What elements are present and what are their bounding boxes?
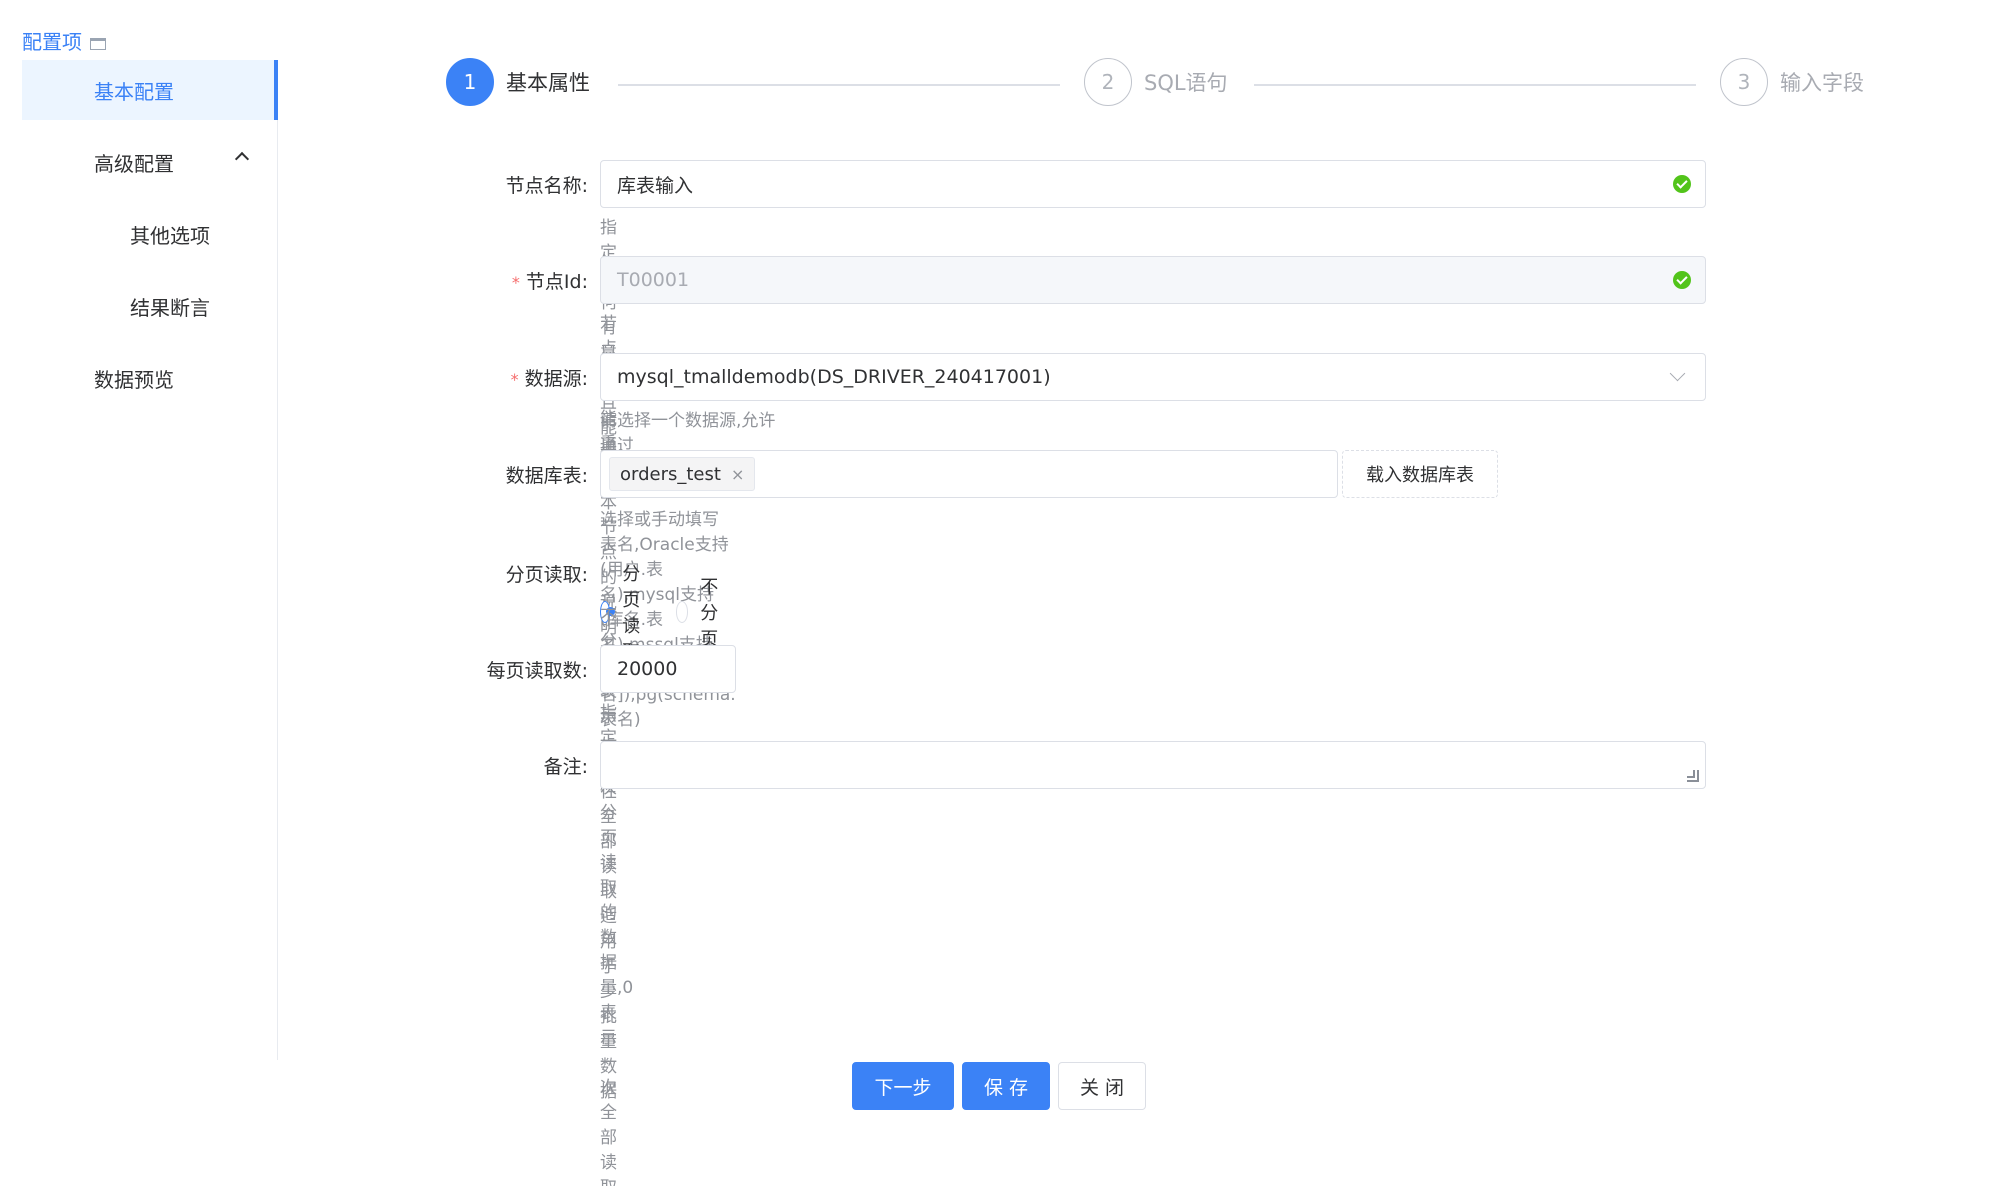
chevron-up-icon — [234, 151, 250, 167]
node-id-value: T00001 — [617, 269, 690, 291]
page-size-label: 每页读取数: — [486, 660, 588, 682]
chevron-down-icon — [1669, 365, 1686, 382]
sidebar-item-basic-config[interactable]: 基本配置 — [22, 60, 278, 120]
check-circle-icon — [1673, 175, 1691, 193]
datasource-select[interactable]: mysql_tmalldemodb(DS_DRIVER_240417001) — [600, 353, 1706, 401]
radio-unchecked-icon — [676, 601, 689, 623]
sidebar-item-other-options[interactable]: 其他选项 — [22, 204, 277, 264]
table-tag: orders_test × — [609, 457, 756, 491]
sidebar-item-label: 高级配置 — [94, 151, 174, 176]
step-number: 1 — [446, 58, 494, 106]
datasource-value: mysql_tmalldemodb(DS_DRIVER_240417001) — [617, 366, 1051, 388]
step-connector — [618, 84, 1060, 86]
datasource-label: * 数据源: — [510, 368, 588, 390]
steps-bar: 1 基本属性 2 SQL语句 3 输入字段 — [446, 58, 1876, 112]
step-input-fields[interactable]: 3 输入字段 — [1720, 58, 1864, 106]
step-sql-statement[interactable]: 2 SQL语句 — [1084, 58, 1228, 106]
db-table-select[interactable]: orders_test × — [600, 450, 1338, 498]
step-number: 2 — [1084, 58, 1132, 106]
required-asterisk: * — [510, 370, 519, 389]
step-basic-properties[interactable]: 1 基本属性 — [446, 58, 590, 106]
page-size-value: 20000 — [617, 658, 678, 680]
node-id-input[interactable]: T00001 — [600, 256, 1706, 304]
close-button[interactable]: 关 闭 — [1058, 1062, 1146, 1110]
sidebar: 基本配置 高级配置 其他选项 结果断言 数据预览 — [22, 60, 278, 1060]
step-label: 基本属性 — [506, 71, 590, 95]
step-label: 输入字段 — [1780, 71, 1864, 95]
sidebar-item-label: 数据预览 — [94, 367, 174, 392]
sidebar-item-label: 基本配置 — [94, 79, 174, 104]
node-name-input[interactable]: 库表输入 — [600, 160, 1706, 208]
sidebar-item-label: 结果断言 — [130, 295, 210, 320]
paging-option-no-page[interactable]: 不分页 — [676, 573, 728, 651]
step-label: SQL语句 — [1144, 71, 1228, 95]
step-connector — [1254, 84, 1696, 86]
sidebar-item-data-preview[interactable]: 数据预览 — [22, 348, 277, 408]
sidebar-header: 配置项 — [22, 26, 106, 55]
paging-label: 分页读取: — [505, 564, 588, 586]
step-number: 3 — [1720, 58, 1768, 106]
load-table-button[interactable]: 载入数据库表 — [1342, 450, 1498, 498]
page-root: 配置项 基本配置 高级配置 其他选项 结果断言 数据预览 1 基本属性 2 SQ… — [0, 0, 1998, 1186]
sidebar-header-label: 配置项 — [22, 30, 82, 54]
close-icon[interactable]: × — [731, 465, 744, 484]
check-circle-icon — [1673, 271, 1691, 289]
table-tag-label: orders_test — [620, 463, 721, 485]
next-step-button[interactable]: 下一步 — [852, 1062, 954, 1110]
remark-textarea[interactable] — [600, 741, 1706, 789]
resize-handle-icon[interactable] — [1687, 770, 1699, 782]
save-button[interactable]: 保 存 — [962, 1062, 1050, 1110]
sidebar-item-result-assertion[interactable]: 结果断言 — [22, 276, 277, 336]
db-table-label: 数据库表: — [505, 465, 588, 487]
node-name-value: 库表输入 — [617, 174, 694, 197]
window-icon[interactable] — [90, 37, 106, 50]
remark-label: 备注: — [543, 756, 588, 778]
sidebar-item-label: 其他选项 — [130, 223, 210, 248]
node-name-label: 节点名称: — [505, 175, 588, 197]
required-asterisk: * — [511, 273, 520, 292]
page-size-input[interactable]: 20000 — [600, 645, 736, 693]
node-id-label: * 节点Id: — [511, 271, 588, 293]
sidebar-item-advanced-config[interactable]: 高级配置 — [22, 132, 277, 192]
